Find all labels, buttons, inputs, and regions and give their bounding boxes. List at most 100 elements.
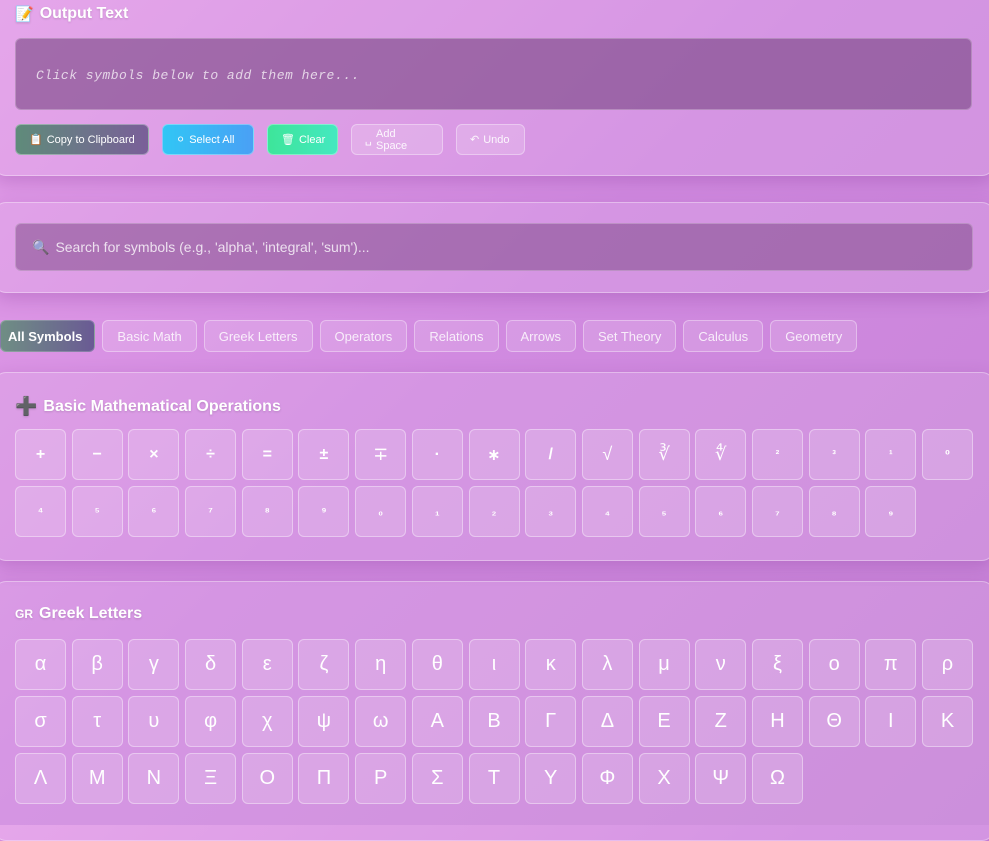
- symbol-button[interactable]: ψ: [298, 696, 350, 747]
- symbol-button[interactable]: ν: [695, 639, 747, 690]
- search-input[interactable]: 🔍 Search for symbols (e.g., 'alpha', 'in…: [15, 223, 973, 271]
- symbol-button[interactable]: π: [865, 639, 917, 690]
- symbol-button[interactable]: ¹: [865, 429, 917, 480]
- symbol-button[interactable]: ⁸: [241, 486, 293, 537]
- symbol-button[interactable]: =: [241, 429, 293, 480]
- symbol-button[interactable]: Τ: [468, 753, 520, 804]
- symbol-button[interactable]: χ: [241, 696, 293, 747]
- symbol-button[interactable]: μ: [638, 639, 690, 690]
- symbol-button[interactable]: ι: [468, 639, 520, 690]
- symbol-button[interactable]: ₈: [808, 486, 860, 537]
- symbol-button[interactable]: Δ: [581, 696, 633, 747]
- symbol-button[interactable]: ⁵: [71, 486, 123, 537]
- symbol-button[interactable]: υ: [128, 696, 180, 747]
- symbol-button[interactable]: Κ: [922, 696, 973, 747]
- symbol-button[interactable]: ξ: [751, 639, 803, 690]
- tab-all-symbols[interactable]: All Symbols: [0, 320, 96, 352]
- symbol-button[interactable]: ÷: [185, 429, 237, 480]
- symbol-button[interactable]: ∜: [695, 429, 747, 480]
- symbol-button[interactable]: ρ: [922, 639, 973, 690]
- symbol-button[interactable]: Β: [468, 696, 520, 747]
- symbol-button[interactable]: τ: [71, 696, 123, 747]
- symbol-button[interactable]: Ι: [865, 696, 917, 747]
- symbol-button[interactable]: ₅: [638, 486, 690, 537]
- symbol-button[interactable]: Ο: [241, 753, 293, 804]
- symbol-button[interactable]: Υ: [525, 753, 577, 804]
- symbol-button[interactable]: ∓: [355, 429, 407, 480]
- symbol-button[interactable]: ₁: [411, 486, 463, 537]
- symbol-button[interactable]: δ: [185, 639, 237, 690]
- copy-button-label: Copy to Clipboard: [46, 133, 135, 146]
- symbol-button[interactable]: ³: [808, 429, 860, 480]
- tab-operators[interactable]: Operators: [319, 320, 408, 352]
- symbol-button[interactable]: ∗: [468, 429, 520, 480]
- symbol-button[interactable]: ²: [751, 429, 803, 480]
- symbol-button[interactable]: +: [15, 429, 66, 480]
- symbol-button[interactable]: /: [525, 429, 577, 480]
- tab-geometry[interactable]: Geometry: [770, 320, 858, 352]
- symbol-button[interactable]: Η: [751, 696, 803, 747]
- symbol-button[interactable]: λ: [581, 639, 633, 690]
- clear-label: Clear: [298, 133, 326, 146]
- symbol-button[interactable]: ₄: [581, 486, 633, 537]
- symbol-button[interactable]: Α: [411, 696, 463, 747]
- symbol-button[interactable]: ×: [128, 429, 180, 480]
- symbol-button[interactable]: √: [581, 429, 633, 480]
- tab-calculus[interactable]: Calculus: [683, 320, 764, 352]
- output-placeholder: Click symbols below to add them here...: [36, 68, 360, 83]
- symbol-button[interactable]: Λ: [15, 753, 66, 804]
- symbol-button[interactable]: ₉: [865, 486, 917, 537]
- symbol-button[interactable]: Γ: [525, 696, 577, 747]
- tab-set-theory[interactable]: Set Theory: [582, 320, 677, 352]
- symbol-button[interactable]: ε: [241, 639, 293, 690]
- tab-relations[interactable]: Relations: [414, 320, 499, 352]
- symbol-button[interactable]: ⁷: [185, 486, 237, 537]
- symbol-button[interactable]: ζ: [298, 639, 350, 690]
- symbol-button[interactable]: β: [71, 639, 123, 690]
- symbol-button[interactable]: Μ: [71, 753, 123, 804]
- clear-button[interactable]: 🗑 Clear: [267, 124, 338, 155]
- copy-to-clipboard-button[interactable]: 📋 Copy to Clipboard: [15, 124, 149, 155]
- symbol-button[interactable]: θ: [411, 639, 463, 690]
- symbol-button[interactable]: ⁶: [128, 486, 180, 537]
- symbol-button[interactable]: ∛: [638, 429, 690, 480]
- symbol-button[interactable]: σ: [15, 696, 66, 747]
- symbol-button[interactable]: Φ: [581, 753, 633, 804]
- output-text-area[interactable]: Click symbols below to add them here...: [15, 38, 972, 110]
- symbol-button[interactable]: Ζ: [695, 696, 747, 747]
- symbol-button[interactable]: ω: [355, 696, 407, 747]
- symbol-button[interactable]: ₇: [751, 486, 803, 537]
- symbol-button[interactable]: Π: [298, 753, 350, 804]
- tab-basic-math[interactable]: Basic Math: [102, 320, 197, 352]
- symbol-button[interactable]: ο: [808, 639, 860, 690]
- symbol-button[interactable]: Ψ: [695, 753, 747, 804]
- symbol-button[interactable]: ⁴: [15, 486, 66, 537]
- select-all-button[interactable]: ⚪ Select All: [162, 124, 254, 155]
- symbol-button[interactable]: γ: [128, 639, 180, 690]
- symbol-button[interactable]: Ω: [751, 753, 803, 804]
- symbol-button[interactable]: ₃: [525, 486, 577, 537]
- symbol-button[interactable]: ±: [298, 429, 350, 480]
- symbol-button[interactable]: η: [355, 639, 407, 690]
- symbol-button[interactable]: ·: [411, 429, 463, 480]
- symbol-button[interactable]: ₀: [355, 486, 407, 537]
- symbol-button[interactable]: Ρ: [355, 753, 407, 804]
- symbol-button[interactable]: κ: [525, 639, 577, 690]
- symbol-button[interactable]: Χ: [638, 753, 690, 804]
- symbol-button[interactable]: α: [15, 639, 66, 690]
- symbol-button[interactable]: −: [71, 429, 123, 480]
- symbol-button[interactable]: φ: [185, 696, 237, 747]
- symbol-button[interactable]: Θ: [808, 696, 860, 747]
- undo-button[interactable]: ↶ Undo: [456, 124, 525, 155]
- symbol-button[interactable]: Ξ: [185, 753, 237, 804]
- symbol-button[interactable]: Ν: [128, 753, 180, 804]
- symbol-button[interactable]: Ε: [638, 696, 690, 747]
- symbol-button[interactable]: ⁹: [298, 486, 350, 537]
- symbol-button[interactable]: Σ: [411, 753, 463, 804]
- tab-greek-letters[interactable]: Greek Letters: [203, 320, 313, 352]
- symbol-button[interactable]: ⁰: [922, 429, 973, 480]
- symbol-button[interactable]: ₆: [695, 486, 747, 537]
- symbol-button[interactable]: ₂: [468, 486, 520, 537]
- add-space-button[interactable]: ␣ Add Space: [351, 124, 443, 155]
- tab-arrows[interactable]: Arrows: [505, 320, 576, 352]
